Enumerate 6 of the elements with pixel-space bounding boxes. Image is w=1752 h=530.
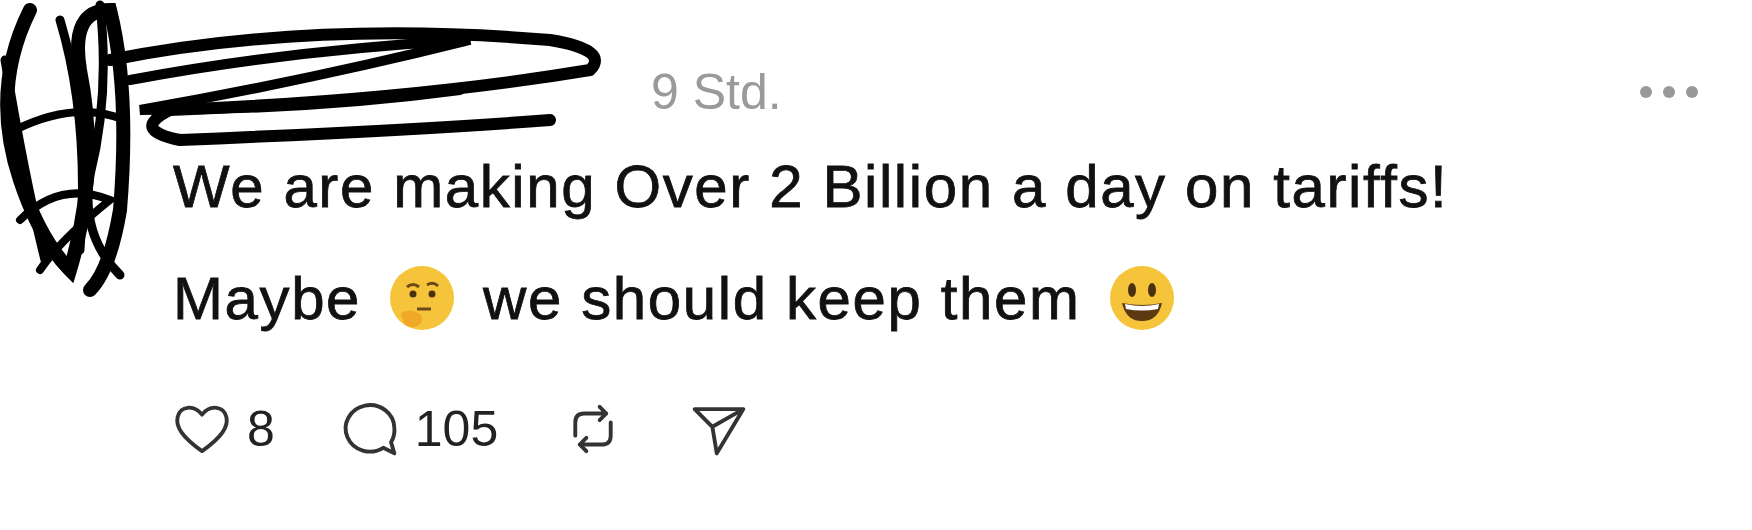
post-text: We are making Over 2 Billion a day on tariffs! [173, 151, 1449, 221]
reply-button[interactable]: 105 [338, 398, 499, 460]
post-text: we should keep them [483, 263, 1081, 333]
like-button[interactable]: 8 [171, 398, 275, 460]
post-time: 9 Std. [651, 63, 782, 121]
post-text: Maybe [173, 263, 362, 333]
